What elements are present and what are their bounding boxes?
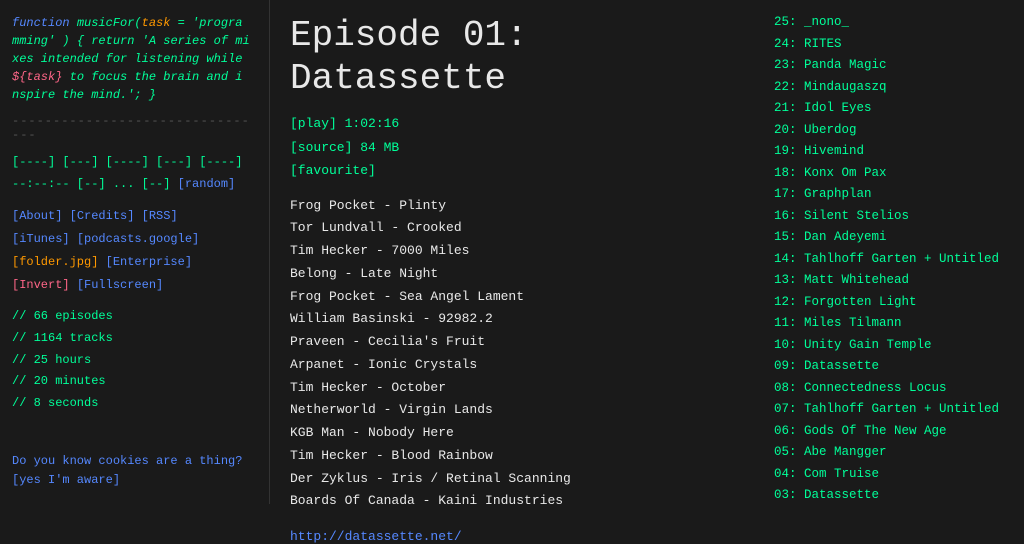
credits-link[interactable]: [Credits]: [70, 209, 135, 223]
fullscreen-link[interactable]: [Fullscreen]: [77, 278, 163, 292]
chart-item[interactable]: 23: Panda Magic: [774, 55, 1014, 77]
track-item[interactable]: Belong - Late Night: [290, 263, 744, 286]
stat-seconds: // 8 seconds: [12, 393, 257, 415]
invert-link[interactable]: [Invert]: [12, 278, 70, 292]
track-item[interactable]: Praveen - Cecilia's Fruit: [290, 331, 744, 354]
chart-item[interactable]: 10: Unity Gain Temple: [774, 335, 1014, 357]
track-item[interactable]: Boards Of Canada - Kaini Industries: [290, 490, 744, 513]
chart-item[interactable]: 17: Graphplan: [774, 184, 1014, 206]
track-item[interactable]: Tor Lundvall - Crooked: [290, 217, 744, 240]
code-function-keyword: function: [12, 16, 70, 30]
cookie-question: Do you know cookies are a thing?: [12, 452, 257, 471]
player-source: [source] 84 MB: [290, 136, 744, 159]
chart-item[interactable]: 19: Hivemind: [774, 141, 1014, 163]
track-item[interactable]: Der Zyklus - Iris / Retinal Scanning: [290, 468, 744, 491]
rss-link[interactable]: [RSS]: [142, 209, 178, 223]
chart-item[interactable]: 06: Gods Of The New Age: [774, 421, 1014, 443]
player-play[interactable]: [play] 1:02:16: [290, 112, 744, 135]
code-block: function musicFor(task = 'programming' )…: [12, 14, 257, 104]
chart-item[interactable]: 21: Idol Eyes: [774, 98, 1014, 120]
track-item[interactable]: Frog Pocket - Plinty: [290, 195, 744, 218]
about-link[interactable]: [About]: [12, 209, 62, 223]
chart-item[interactable]: 16: Silent Stelios: [774, 206, 1014, 228]
track-item[interactable]: Tim Hecker - October: [290, 377, 744, 400]
chart-item[interactable]: 18: Konx Om Pax: [774, 163, 1014, 185]
website-link[interactable]: http://datassette.net/: [290, 529, 744, 544]
left-panel: function musicFor(task = 'programming' )…: [0, 0, 270, 504]
episode-title: Episode 01:Datassette: [290, 14, 744, 100]
tracklist: Frog Pocket - PlintyTor Lundvall - Crook…: [290, 195, 744, 514]
player-info: [play] 1:02:16 [source] 84 MB [favourite…: [290, 112, 744, 182]
links-section: [About] [Credits] [RSS] [iTunes] [podcas…: [12, 205, 257, 296]
itunes-link[interactable]: [iTunes]: [12, 232, 70, 246]
track-item[interactable]: KGB Man - Nobody Here: [290, 422, 744, 445]
track-item[interactable]: Netherworld - Virgin Lands: [290, 399, 744, 422]
nav-brackets-top[interactable]: [----] [---] [----] [---] [----]: [12, 155, 242, 169]
code-var: ${task}: [12, 70, 62, 84]
chart-item[interactable]: 11: Miles Tilmann: [774, 313, 1014, 335]
podcasts-google-link[interactable]: [podcasts.google]: [77, 232, 199, 246]
chart-item[interactable]: 04: Com Truise: [774, 464, 1014, 486]
stats-block: // 66 episodes // 1164 tracks // 25 hour…: [12, 306, 257, 414]
stat-tracks: // 1164 tracks: [12, 328, 257, 350]
chart-item[interactable]: 20: Uberdog: [774, 120, 1014, 142]
cookie-answer[interactable]: [yes I'm aware]: [12, 471, 257, 490]
code-rest: ) { return: [62, 34, 141, 48]
stat-episodes: // 66 episodes: [12, 306, 257, 328]
player-favourite[interactable]: [favourite]: [290, 159, 744, 182]
nav-controls[interactable]: [----] [---] [----] [---] [----] --:--:-…: [12, 152, 257, 195]
track-item[interactable]: Tim Hecker - 7000 Miles: [290, 240, 744, 263]
middle-panel: Episode 01:Datassette [play] 1:02:16 [so…: [270, 0, 764, 504]
chart-item[interactable]: 09: Datassette: [774, 356, 1014, 378]
divider: --------------------------------: [12, 114, 257, 142]
track-item[interactable]: William Basinski - 92982.2: [290, 308, 744, 331]
chart-item[interactable]: 08: Connectedness Locus: [774, 378, 1014, 400]
cookie-notice: Do you know cookies are a thing? [yes I'…: [12, 452, 257, 490]
chart-item[interactable]: 12: Forgotten Light: [774, 292, 1014, 314]
stat-minutes: // 20 minutes: [12, 371, 257, 393]
folder-link[interactable]: [folder.jpg]: [12, 255, 98, 269]
chart-item[interactable]: 13: Matt Whitehead: [774, 270, 1014, 292]
chart-item[interactable]: 25: _nono_: [774, 12, 1014, 34]
chart-item[interactable]: 03: Datassette: [774, 485, 1014, 504]
chart-item[interactable]: 15: Dan Adeyemi: [774, 227, 1014, 249]
track-item[interactable]: Tim Hecker - Blood Rainbow: [290, 445, 744, 468]
code-end: ; }: [134, 88, 156, 102]
right-panel: 25: _nono_24: RITES23: Panda Magic22: Mi…: [764, 0, 1024, 504]
stat-hours: // 25 hours: [12, 350, 257, 372]
chart-item[interactable]: 14: Tahlhoff Garten + Untitled: [774, 249, 1014, 271]
chart-item[interactable]: 05: Abe Mangger: [774, 442, 1014, 464]
track-item[interactable]: Frog Pocket - Sea Angel Lament: [290, 286, 744, 309]
chart-item[interactable]: 22: Mindaugaszq: [774, 77, 1014, 99]
enterprise-link[interactable]: [Enterprise]: [106, 255, 192, 269]
nav-brackets-bottom[interactable]: --:--:-- [--] ... [--]: [12, 177, 178, 191]
chart-item[interactable]: 24: RITES: [774, 34, 1014, 56]
track-item[interactable]: Arpanet - Ionic Crystals: [290, 354, 744, 377]
code-text: musicFor(: [77, 16, 142, 30]
code-param: task: [142, 16, 171, 30]
random-button[interactable]: [random]: [178, 177, 236, 191]
chart-item[interactable]: 07: Tahlhoff Garten + Untitled: [774, 399, 1014, 421]
code-equals: =: [178, 16, 192, 30]
